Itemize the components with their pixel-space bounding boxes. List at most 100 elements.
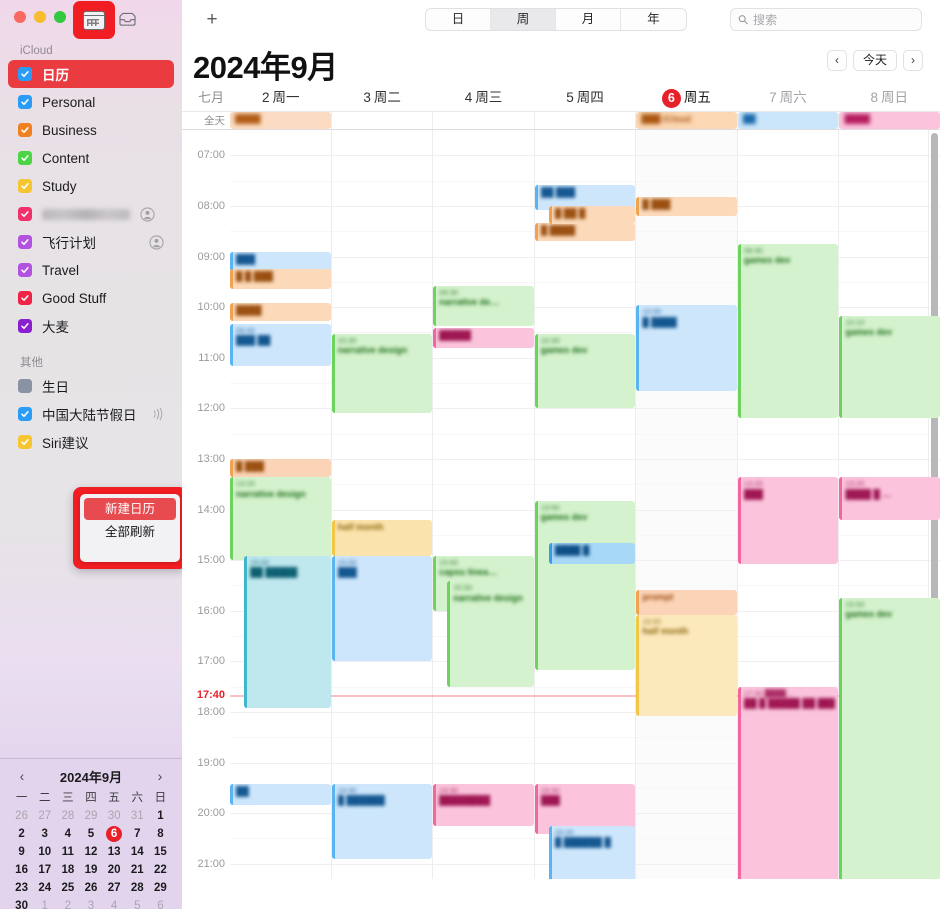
mini-day-cell[interactable]: 4 [56,826,79,843]
calendar-event[interactable]: 09:30 narrative de… [433,286,534,326]
weekday-header-cell[interactable]: 2 周一 [230,85,331,111]
view-tab-1[interactable]: 周 [491,9,556,30]
day-column[interactable]: 10:30 narrative design half month 15:00 ███ 1… [331,130,434,879]
calendar-list-item[interactable]: 飞行计划 [8,228,174,256]
calendar-checkbox-checked[interactable] [18,263,32,277]
sidebar-toggle-button[interactable] [73,1,115,39]
calendar-event[interactable]: 10:00 █ ████ [636,305,737,392]
calendar-event[interactable]: 15:50 games dev [839,598,940,879]
calendar-event[interactable]: 13:20 ███ [737,477,839,565]
mini-day-cell[interactable]: 4 [103,898,126,909]
calendar-event[interactable]: 09:30 ███ ██ [230,323,331,367]
calendar-list-item[interactable]: Business [8,116,174,144]
allday-cell[interactable] [433,112,535,129]
mini-day-cell[interactable]: 20 [103,862,126,879]
calendar-event[interactable]: prompt [636,589,737,615]
day-column[interactable]: ██ ███ █ ██ █ █ ████ 10:30 games dev 13:50 gam… [534,130,637,879]
day-column[interactable]: ███ █ █ ███ ████ 09:30 ███ ██ █ ███ 13:20 narra… [230,130,332,879]
calendar-list-item[interactable] [8,200,174,228]
mini-day-cell[interactable]: 5 [79,826,102,843]
calendar-event[interactable]: ████ [230,302,331,322]
mini-day-cell[interactable]: 5 [126,898,149,909]
day-column[interactable]: █ ███ 10:00 █ ████ prompt 16:00 half month [636,130,738,879]
calendar-checkbox-checked[interactable] [18,235,32,249]
mini-day-cell[interactable]: 27 [103,880,126,897]
mini-day-cell[interactable]: 2 [56,898,79,909]
mini-day-cell[interactable]: 18 [56,862,79,879]
calendar-checkbox-checked[interactable] [18,95,32,109]
mini-day-cell[interactable]: 17 [33,862,56,879]
mini-day-cell[interactable]: 30 [10,898,33,909]
calendar-checkbox-checked[interactable] [18,207,32,221]
mini-day-cell[interactable]: 16 [10,862,33,879]
mini-prev-month-icon[interactable]: ‹ [14,768,30,784]
calendar-checkbox-checked[interactable] [18,67,32,81]
calendar-list-item[interactable]: 大麦 [8,312,174,340]
calendar-context-menu[interactable]: 新建日历 全部刷新 [73,487,182,569]
mini-day-cell[interactable]: 11 [56,844,79,861]
view-tab-0[interactable]: 日 [426,9,491,30]
inbox-icon[interactable] [118,12,137,27]
mini-day-cell[interactable]: 2 [10,826,33,843]
mini-day-cell[interactable]: 19 [79,862,102,879]
calendar-event[interactable]: 20:20 █ ██████ █ [548,825,636,879]
close-button[interactable] [14,11,26,23]
calendar-event[interactable]: █ ███ [636,197,737,216]
mini-day-cell[interactable]: 29 [79,808,102,825]
mini-day-cell[interactable]: 27 [33,808,56,825]
calendar-event[interactable]: █████ [433,328,534,348]
calendar-list-item[interactable]: Study [8,172,174,200]
mini-day-cell[interactable]: 1 [33,898,56,909]
mini-day-cell[interactable]: 26 [10,808,33,825]
mini-day-cell[interactable]: 23 [10,880,33,897]
calendar-event[interactable]: 08:40 games dev [737,243,839,419]
calendar-event[interactable]: 13:50 games dev [534,501,636,670]
view-tab-3[interactable]: 年 [621,9,686,30]
day-column[interactable]: 10:10 games dev 13:20 ████ █ … 15:50 games de… [839,130,940,879]
zoom-button[interactable] [54,11,66,23]
search-box[interactable] [730,8,922,31]
mini-day-cell[interactable]: 28 [56,808,79,825]
minimize-button[interactable] [34,11,46,23]
calendar-list-item[interactable]: Good Stuff [8,284,174,312]
allday-cell[interactable]: ████ [839,112,940,129]
next-week-button[interactable]: › [903,50,923,71]
calendar-list-item[interactable]: 中国大陆节假日 [8,400,174,428]
calendar-event[interactable]: 15:30 narrative design [447,581,534,687]
calendar-event[interactable]: 13:20 ████ █ … [839,477,940,520]
calendar-checkbox-checked[interactable] [18,151,32,165]
mini-day-cell[interactable]: 28 [126,880,149,897]
mini-day-cell[interactable]: 29 [149,880,172,897]
calendar-list-item[interactable]: Siri建议 [8,428,174,456]
day-column[interactable]: 09:30 narrative de… █████ 15:00 capsu linea…… [433,130,535,879]
mini-day-cell[interactable]: 15 [149,844,172,861]
calendar-list-item[interactable]: Content [8,144,174,172]
weekday-header-cell[interactable]: 8 周日 [839,85,940,111]
calendar-list-item[interactable]: Travel [8,256,174,284]
allday-cell[interactable] [332,112,434,129]
calendar-event[interactable]: █ ██ █ [548,205,636,225]
calendar-event[interactable]: ██ [230,783,331,805]
day-column[interactable]: 08:40 games dev 13:20 ███ 17:30 ████… ██ █ ██… [737,130,840,879]
weekday-header-cell[interactable]: 5 周四 [534,85,635,111]
allday-event[interactable]: ████ [230,112,331,129]
calendar-checkbox-checked[interactable] [18,435,32,449]
mini-day-cell[interactable]: 30 [103,808,126,825]
calendar-checkbox-unchecked[interactable] [18,379,32,393]
calendar-event[interactable]: 17:30 ████… ██ █ █████ ██ ████ [737,686,839,879]
mini-day-cell[interactable]: 12 [79,844,102,861]
mini-day-cell[interactable]: 31 [126,808,149,825]
mini-day-cell[interactable]: 3 [79,898,102,909]
allday-event[interactable]: ████ [839,112,940,129]
mini-day-cell[interactable]: 8 [149,826,172,843]
allday-cell[interactable]: ██ [737,112,840,129]
calendar-list-item[interactable]: 日历 [8,60,174,88]
calendar-event[interactable]: █ █ ███ [230,269,331,289]
mini-day-today[interactable]: 6 [103,826,126,843]
mini-day-cell[interactable]: 21 [126,862,149,879]
today-button[interactable]: 今天 [852,50,897,71]
calendar-event[interactable]: 16:00 half month [636,614,737,717]
mini-day-cell[interactable]: 10 [33,844,56,861]
allday-event[interactable]: ██ [737,112,839,129]
allday-event[interactable]: ███ iCloud [636,112,737,129]
